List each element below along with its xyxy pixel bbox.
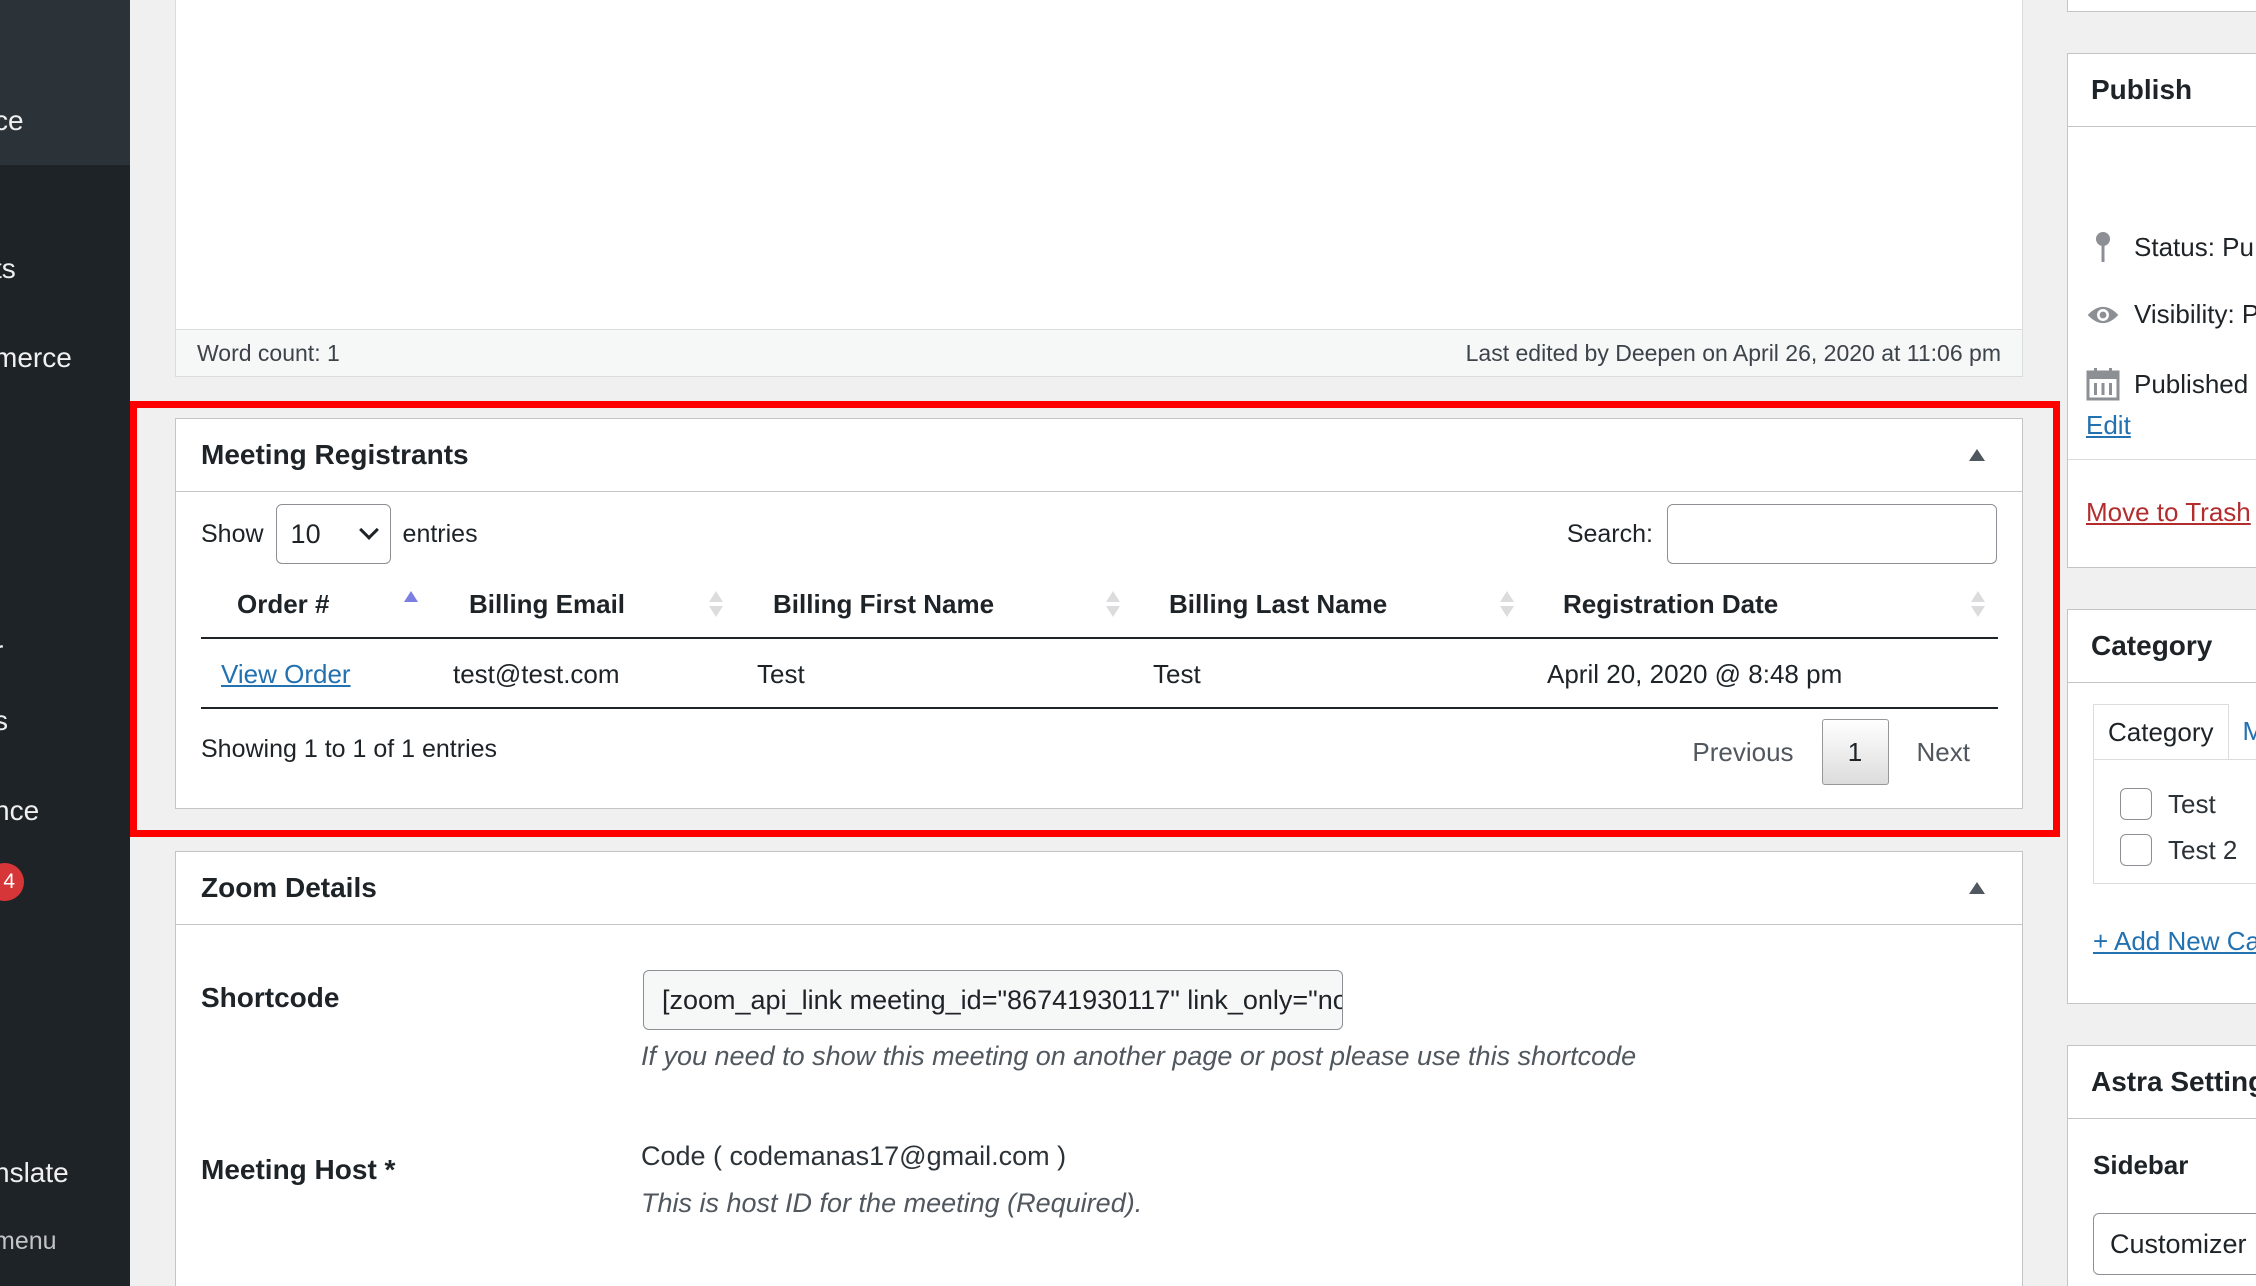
table-row: View Order test@test.com Test Test April… [201,639,1998,709]
table-header-row: Order # Billing Email Billing First Name… [201,569,1998,639]
update-count-badge: 4 [0,863,24,901]
postbox-header: Zoom Details [176,852,2022,925]
category-item: Test [2120,788,2216,820]
collapse-toggle-icon[interactable] [1969,882,1985,894]
column-header-order[interactable]: Order # [237,569,330,639]
registrants-table: Order # Billing Email Billing First Name… [201,569,1998,709]
category-checkbox[interactable] [2120,834,2152,866]
admin-sidebar: ce ts merce r s nce 4 nslate menu [0,0,130,1286]
astra-settings-box: Astra Setting Sidebar Customizer [2067,1045,2256,1286]
sidebar-item[interactable]: ce [0,105,24,137]
add-new-category-link[interactable]: + Add New Ca [2093,926,2256,957]
sort-icon[interactable] [1500,591,1514,619]
category-item: Test 2 [2120,834,2237,866]
publish-title: Publish [2091,74,2193,105]
post-editor[interactable]: Word count: 1 Last edited by Deepen on A… [175,0,2023,377]
search-input[interactable] [1667,504,1997,564]
page-length-value: 10 [290,518,321,549]
sidebar-setting-label: Sidebar [2093,1150,2189,1180]
sidebar-active-item[interactable] [0,0,130,165]
column-header-last-name[interactable]: Billing Last Name [1169,569,1387,639]
sidebar-item-translate[interactable]: nslate [0,1157,69,1189]
category-label: Test [2168,788,2216,819]
meeting-registrants-box: Meeting Registrants Show 10 entries Sear… [175,418,2023,809]
column-header-registration-date[interactable]: Registration Date [1563,569,1778,639]
collapse-menu[interactable]: menu [0,1227,57,1256]
meeting-host-value: Code ( codemanas17@gmail.com ) [641,1141,1067,1171]
table-footer: Showing 1 to 1 of 1 entries Previous 1 N… [201,714,1998,785]
pagination: Previous 1 Next [1664,719,1998,785]
word-count: Word count: 1 [197,339,340,366]
move-to-trash-link[interactable]: Move to Trash [2086,497,2251,528]
chevron-down-icon [358,520,379,540]
sidebar-layout-select[interactable]: Customizer [2093,1213,2256,1275]
sort-icon[interactable] [709,591,723,619]
sort-icon[interactable] [1106,591,1120,619]
shortcode-description: If you need to show this meeting on anot… [641,1041,1637,1071]
previous-page-button[interactable]: Previous [1664,737,1821,768]
collapse-toggle-icon[interactable] [1969,449,1985,461]
publish-header: Publish [2068,54,2256,127]
entries-label: entries [402,519,478,548]
pin-icon [2086,231,2120,263]
meeting-host-label: Meeting Host * [201,1154,396,1185]
calendar-icon [2086,367,2120,401]
column-header-email[interactable]: Billing Email [469,569,625,639]
cell-email: test@test.com [453,659,620,689]
sidebar-item-woocommerce[interactable]: merce [0,342,72,374]
table-info: Showing 1 to 1 of 1 entries [201,735,498,763]
next-page-button[interactable]: Next [1889,737,1998,768]
cell-registration-date: April 20, 2020 @ 8:48 pm [1547,659,1843,689]
table-search: Search: [1567,504,1997,564]
box-title: Zoom Details [201,872,377,903]
published-row: Published [2086,367,2248,401]
view-order-link[interactable]: View Order [221,659,351,689]
show-label: Show [201,519,264,548]
sidebar-item[interactable]: s [0,705,8,737]
sidebar-box [2067,0,2256,12]
category-checkbox[interactable] [2120,788,2152,820]
current-page-button[interactable]: 1 [1821,719,1889,785]
visibility-text: Visibility: P [2134,299,2256,329]
page-length-select[interactable]: 10 [275,504,391,564]
category-title: Category [2091,630,2213,661]
sort-ascending-icon[interactable] [404,591,418,619]
zoom-details-box: Zoom Details Shortcode [zoom_api_link me… [175,851,2023,1286]
sidebar-item[interactable]: r [0,635,3,667]
visibility-row: Visibility: P [2086,299,2256,330]
divider [2068,459,2256,460]
category-box: Category Category M Test Test 2 + Add Ne… [2067,609,2256,1004]
cell-first-name: Test [757,659,805,689]
published-text: Published [2134,368,2249,399]
sidebar-item[interactable]: ts [0,253,16,285]
category-label: Test 2 [2168,834,2238,865]
status-text: Status: Pu [2134,231,2254,262]
sort-icon[interactable] [1971,591,1985,619]
cell-last-name: Test [1153,659,1201,689]
astra-title: Astra Setting [2091,1066,2256,1097]
tab-most-used[interactable]: M [2229,704,2256,760]
table-controls: Show 10 entries Search: [201,504,1997,564]
last-edited: Last edited by Deepen on April 26, 2020 … [1465,339,2001,366]
sidebar-item[interactable]: nce [0,795,39,827]
shortcode-field[interactable]: [zoom_api_link meeting_id="86741930117" … [643,970,1343,1030]
editor-status-bar: Word count: 1 Last edited by Deepen on A… [176,329,2022,376]
edit-date-link[interactable]: Edit [2086,410,2131,441]
category-tabs: Category M [2093,704,2256,760]
category-header: Category [2068,610,2256,683]
column-header-first-name[interactable]: Billing First Name [773,569,994,639]
publish-box: Publish Status: Pu Visibility: P Publish… [2067,53,2256,568]
status-row: Status: Pu [2086,231,2254,263]
search-label: Search: [1566,519,1653,548]
meeting-host-description: This is host ID for the meeting (Require… [641,1188,1143,1218]
eye-icon [2086,302,2120,328]
postbox-header: Meeting Registrants [176,419,2022,492]
tab-all-categories[interactable]: Category [2093,704,2229,760]
shortcode-label: Shortcode [201,982,340,1013]
box-title: Meeting Registrants [201,439,469,470]
astra-header: Astra Setting [2068,1046,2256,1119]
page-length-control: Show 10 entries [201,504,478,564]
